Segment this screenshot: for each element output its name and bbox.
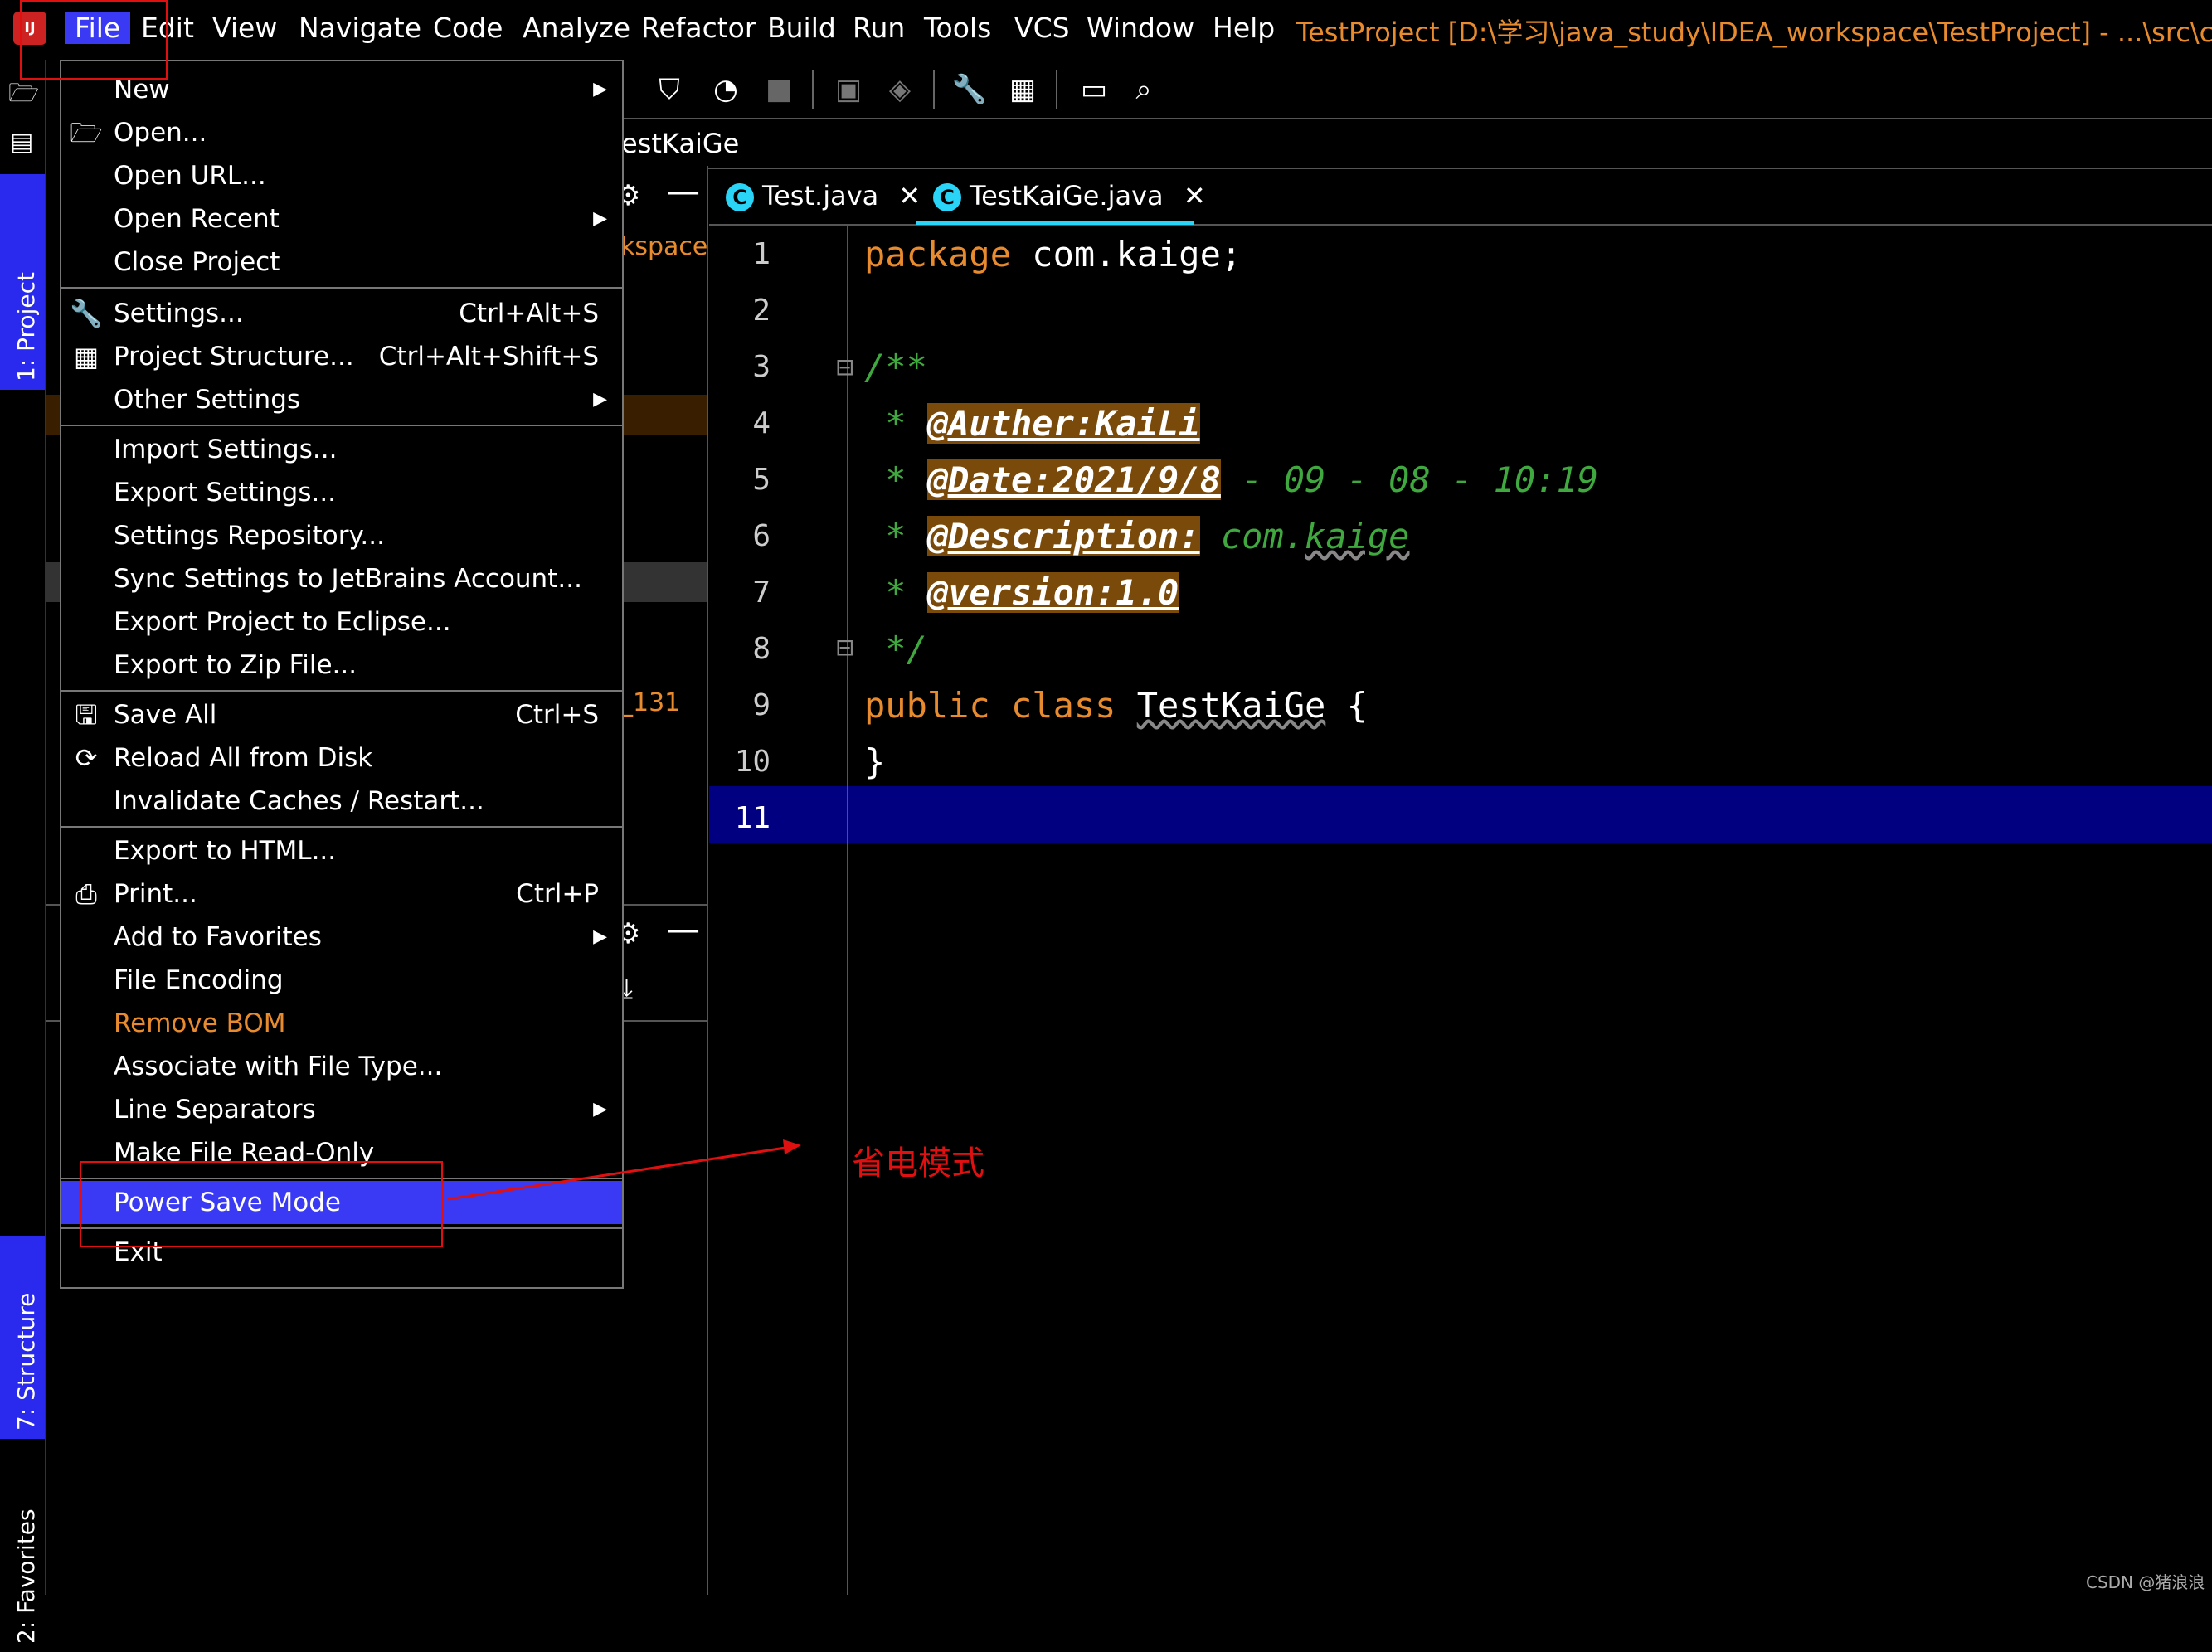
- annotation-arrow: [447, 1139, 801, 1201]
- watermark: CSDN @猪浪浪: [2086, 1572, 2205, 1592]
- annotation-label: 省电模式: [852, 1144, 984, 1183]
